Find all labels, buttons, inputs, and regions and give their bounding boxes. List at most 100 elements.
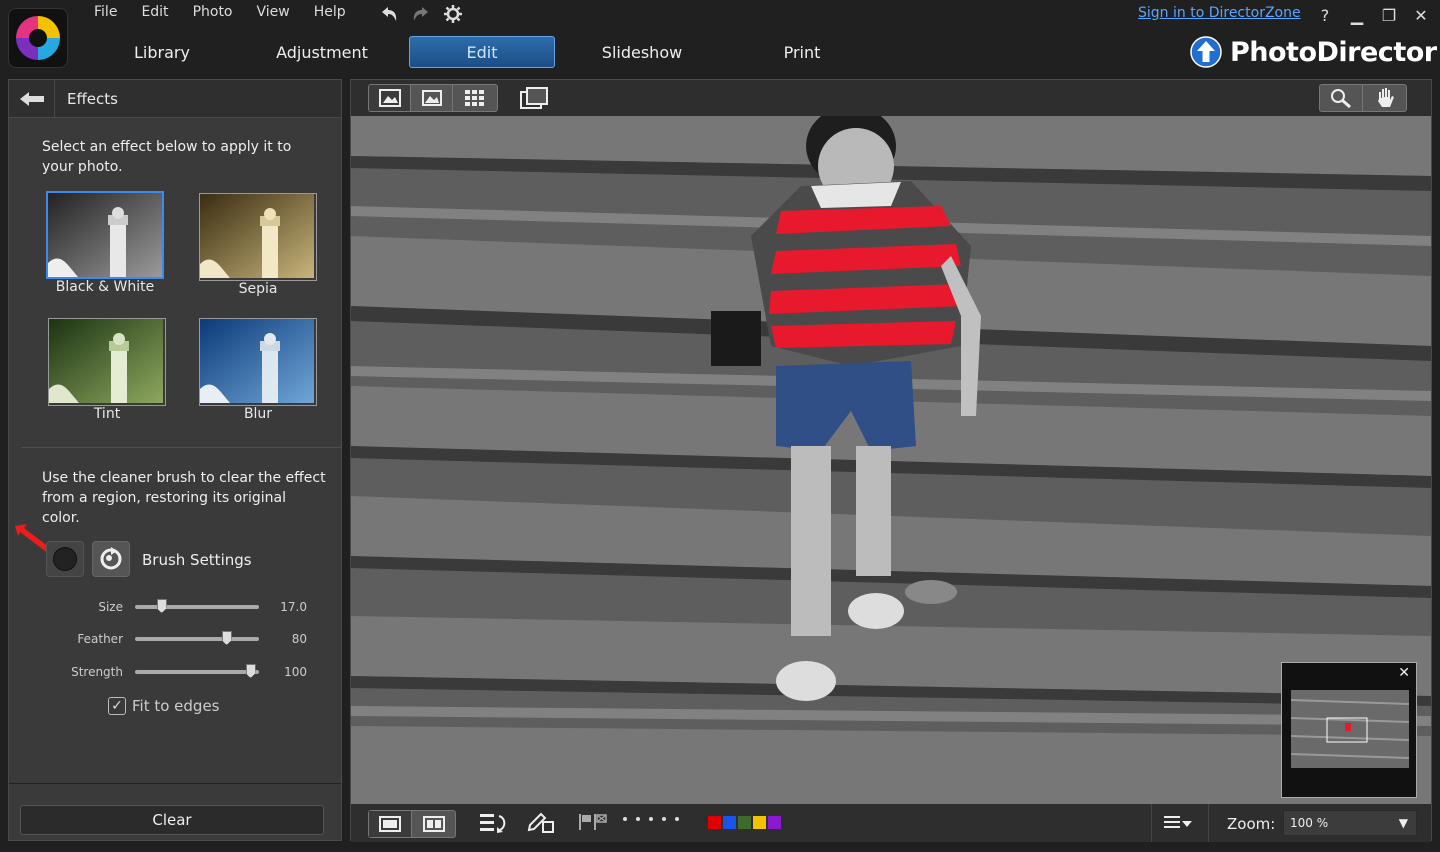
edited-photo[interactable] xyxy=(351,116,1431,804)
rotate-list-icon[interactable] xyxy=(479,812,509,838)
feather-slider[interactable]: Feather 80 xyxy=(9,631,307,646)
checkmark-icon[interactable]: ✓ xyxy=(108,697,126,715)
menu-view[interactable]: View xyxy=(245,2,302,26)
navigator-preview[interactable] xyxy=(1291,690,1409,768)
color-labels xyxy=(708,816,781,829)
rating-dot[interactable] xyxy=(636,817,640,821)
menu-edit[interactable]: Edit xyxy=(129,2,180,26)
pencil-edit-icon[interactable] xyxy=(527,812,555,838)
strength-slider[interactable]: Strength 100 xyxy=(9,664,307,679)
slider-track[interactable] xyxy=(135,599,259,613)
divider xyxy=(9,783,341,784)
effect-blur[interactable]: Blur xyxy=(199,318,317,422)
upload-arrow-icon[interactable] xyxy=(1190,36,1222,68)
star-rating[interactable] xyxy=(623,817,679,821)
effect-label: Blur xyxy=(243,406,273,422)
brand-name: PhotoDirector xyxy=(1230,36,1437,68)
menu-help[interactable]: Help xyxy=(302,2,358,26)
undo-icon[interactable] xyxy=(378,3,400,25)
brush-settings-button[interactable] xyxy=(92,541,130,577)
photo-viewer: ✕ Zoom: 100 % ▼ xyxy=(350,79,1432,842)
brand: PhotoDirector xyxy=(1190,36,1437,68)
lighthouse-blur-thumbnail[interactable] xyxy=(199,318,317,406)
chevron-down-icon[interactable]: ▼ xyxy=(1399,816,1408,830)
slider-knob[interactable] xyxy=(245,664,256,678)
slider-value: 80 xyxy=(291,632,307,646)
boardwalk-photo-image xyxy=(351,116,1431,804)
module-tabs: Library Adjustment Edit Slideshow Print xyxy=(82,36,882,68)
color-label-purple[interactable] xyxy=(768,816,781,829)
lighthouse-bw-thumbnail[interactable] xyxy=(46,191,164,279)
help-icon[interactable]: ? xyxy=(1314,4,1336,26)
effect-black-white[interactable]: Black & White xyxy=(46,191,164,295)
view-mode-group xyxy=(368,84,498,112)
photodirector-logo-icon xyxy=(16,16,60,60)
tab-library[interactable]: Library xyxy=(82,36,242,68)
minimize-icon[interactable]: ▁ xyxy=(1346,4,1368,26)
cleaner-brush-button[interactable] xyxy=(46,541,84,577)
slider-knob[interactable] xyxy=(156,599,167,613)
window-controls: ? ▁ ❐ ✕ xyxy=(1314,4,1432,26)
effect-tint[interactable]: Tint xyxy=(48,318,166,422)
fit-to-edges-checkbox[interactable]: ✓ Fit to edges xyxy=(108,697,220,715)
rating-dot[interactable] xyxy=(675,817,679,821)
zoom-select[interactable]: 100 % ▼ xyxy=(1283,810,1417,836)
rating-dot[interactable] xyxy=(623,817,627,821)
brush-circle-icon xyxy=(53,547,77,571)
tab-adjustment[interactable]: Adjustment xyxy=(242,36,402,68)
menu-bar: File Edit Photo View Help xyxy=(82,2,358,26)
slider-knob[interactable] xyxy=(221,631,232,645)
slider-value: 100 xyxy=(284,665,307,679)
close-icon[interactable]: ✕ xyxy=(1410,4,1432,26)
effect-sepia[interactable]: Sepia xyxy=(199,193,317,297)
navigator-preview-image xyxy=(1291,690,1409,768)
lighthouse-sepia-thumbnail[interactable] xyxy=(199,193,317,281)
settings-gear-icon[interactable] xyxy=(442,3,464,25)
tab-edit[interactable]: Edit xyxy=(409,36,555,68)
color-label-yellow[interactable] xyxy=(753,816,766,829)
slider-value: 17.0 xyxy=(280,600,307,614)
slider-track[interactable] xyxy=(135,664,259,678)
color-label-blue[interactable] xyxy=(723,816,736,829)
effect-label: Black & White xyxy=(55,279,155,295)
menu-file[interactable]: File xyxy=(82,2,129,26)
brush-settings-label: Brush Settings xyxy=(142,551,252,569)
redo-icon[interactable] xyxy=(410,3,432,25)
single-view-icon[interactable] xyxy=(411,85,453,111)
second-screen-icon[interactable] xyxy=(519,86,549,114)
effect-label: Sepia xyxy=(238,281,278,297)
flag-icon[interactable] xyxy=(578,812,608,836)
tab-print[interactable]: Print xyxy=(722,36,882,68)
slider-track[interactable] xyxy=(135,631,259,645)
back-button[interactable] xyxy=(9,79,55,118)
effect-label: Tint xyxy=(93,406,121,422)
magnifier-icon[interactable] xyxy=(1320,85,1363,111)
color-label-green[interactable] xyxy=(738,816,751,829)
color-label-red[interactable] xyxy=(708,816,721,829)
zoom-value: 100 % xyxy=(1290,816,1329,830)
lighthouse-tint-thumbnail[interactable] xyxy=(48,318,166,406)
back-arrow-icon xyxy=(19,91,44,106)
hand-pan-icon[interactable] xyxy=(1363,85,1406,111)
close-navigator-icon[interactable]: ✕ xyxy=(1398,665,1410,681)
navigator-panel[interactable]: ✕ xyxy=(1281,662,1417,798)
slider-label: Feather xyxy=(77,632,123,646)
rating-dot[interactable] xyxy=(649,817,653,821)
size-slider[interactable]: Size 17.0 xyxy=(9,599,307,614)
rating-dot[interactable] xyxy=(662,817,666,821)
app-logo xyxy=(8,8,68,68)
menu-photo[interactable]: Photo xyxy=(181,2,245,26)
zoom-pan-group xyxy=(1319,84,1407,112)
side-by-side-icon[interactable] xyxy=(412,811,455,837)
full-view-icon[interactable] xyxy=(369,85,411,111)
tab-slideshow[interactable]: Slideshow xyxy=(562,36,722,68)
history-tools xyxy=(378,3,464,25)
refresh-brush-icon xyxy=(100,547,122,570)
sign-in-link[interactable]: Sign in to DirectorZone xyxy=(1138,5,1301,21)
grid-view-icon[interactable] xyxy=(453,85,497,111)
slider-label: Strength xyxy=(71,665,123,679)
single-image-icon[interactable] xyxy=(369,811,412,837)
clear-button[interactable]: Clear xyxy=(20,805,324,835)
restore-icon[interactable]: ❐ xyxy=(1378,4,1400,26)
sort-menu-icon[interactable] xyxy=(1163,814,1193,836)
